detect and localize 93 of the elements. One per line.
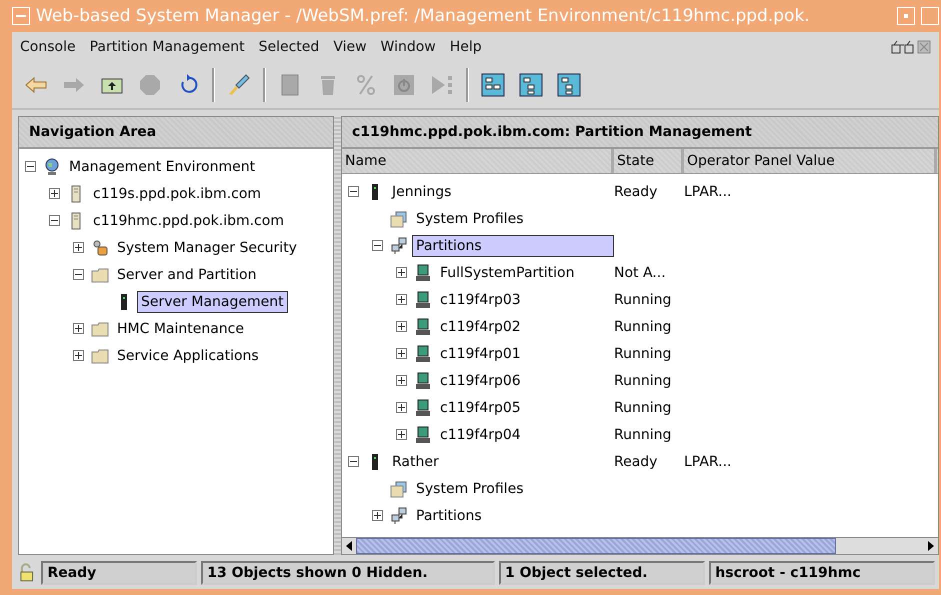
expander-icon[interactable] xyxy=(372,510,383,521)
folders-icon xyxy=(390,480,408,498)
tree-item[interactable]: Partitions xyxy=(412,234,614,256)
status-text: 13 Objects shown 0 Hidden. xyxy=(201,561,495,585)
state-cell-text: Ready xyxy=(614,454,658,470)
tree-item[interactable]: Server Management xyxy=(137,290,288,312)
tree-item[interactable]: Server and Partition xyxy=(113,264,260,286)
state-cell-text: Running xyxy=(614,372,672,388)
expander-icon[interactable] xyxy=(396,402,407,413)
restore-windows-icon[interactable] xyxy=(891,39,931,55)
tree-item[interactable]: System Manager Security xyxy=(113,236,301,258)
horizontal-scrollbar[interactable] xyxy=(342,537,938,554)
expander-icon[interactable] xyxy=(73,323,84,334)
panel-title: c119hmc.ppd.pok.ibm.com: Partition Management xyxy=(342,117,938,149)
computer-icon xyxy=(414,290,432,308)
state-cell-text: Running xyxy=(614,346,672,362)
computer-icon xyxy=(414,398,432,416)
tree-item[interactable]: c119f4rp01 xyxy=(436,342,525,364)
expander-icon[interactable] xyxy=(25,161,36,172)
computer-icon xyxy=(414,372,432,390)
status-text: 1 Object selected. xyxy=(498,561,706,585)
icon-view-icon xyxy=(480,72,506,98)
state-cell-text: Running xyxy=(614,318,672,334)
tree-view-icon xyxy=(518,72,544,98)
scroll-left-icon xyxy=(346,541,352,551)
power-icon xyxy=(391,72,417,98)
state-cell-text: Running xyxy=(614,400,672,416)
expander-icon[interactable] xyxy=(396,375,407,386)
details-view-icon xyxy=(556,72,582,98)
state-cell-text: Ready xyxy=(614,184,658,200)
tree-item[interactable]: Rather xyxy=(388,450,443,472)
tree-item[interactable]: FullSystemPartition xyxy=(436,262,578,284)
expander-icon[interactable] xyxy=(73,242,84,253)
tree-item[interactable]: c119f4rp05 xyxy=(436,396,525,418)
column-header[interactable]: Operator Panel Value xyxy=(684,149,937,173)
folder-icon xyxy=(91,266,109,284)
expander-icon[interactable] xyxy=(73,350,84,361)
computer-icon xyxy=(414,344,432,362)
folder-icon xyxy=(91,346,109,364)
lock-icon xyxy=(91,238,109,256)
folder-icon xyxy=(91,320,109,338)
tree-item[interactable]: c119hmc.ppd.pok.ibm.com xyxy=(89,210,288,232)
folders-icon xyxy=(390,210,408,228)
computer-icon xyxy=(414,264,432,282)
panel-title: Navigation Area xyxy=(19,117,333,149)
expander-icon[interactable] xyxy=(348,186,359,197)
panel-value-cell-text: LPAR... xyxy=(684,454,733,470)
tree-item[interactable]: c119s.ppd.pok.ibm.com xyxy=(89,182,266,204)
network-icon xyxy=(390,506,408,524)
window-title: Web-based System Manager - /WebSM.pref: /Management Environment/c119hmc.ppd.pok. xyxy=(36,6,811,26)
menu-item[interactable]: Help xyxy=(450,39,482,55)
status-text: Ready xyxy=(41,561,198,585)
panel-value-cell-text: LPAR... xyxy=(684,184,733,200)
expander-icon[interactable] xyxy=(396,429,407,440)
expander-icon[interactable] xyxy=(396,321,407,332)
tree-item[interactable]: Partitions xyxy=(412,504,486,526)
expander-icon[interactable] xyxy=(396,267,407,278)
tree-item[interactable]: c119f4rp02 xyxy=(436,316,525,338)
menu-item[interactable]: Window xyxy=(380,39,436,55)
computer-icon xyxy=(414,426,432,444)
menu-item[interactable]: View xyxy=(333,39,367,55)
expander-icon[interactable] xyxy=(49,188,60,199)
expander-icon[interactable] xyxy=(396,294,407,305)
state-cell-text: Not A... xyxy=(614,264,667,280)
menu-item[interactable]: Selected xyxy=(258,39,320,55)
column-header[interactable]: Name xyxy=(342,149,614,173)
menu-item[interactable]: Console xyxy=(20,39,76,55)
brush-icon xyxy=(226,72,252,98)
state-cell-text: Running xyxy=(614,426,672,442)
status-text: hscroot - c119hmc xyxy=(709,561,936,585)
column-header[interactable]: State xyxy=(614,149,684,173)
network-icon xyxy=(390,236,408,254)
computer-icon xyxy=(414,318,432,336)
tree-item[interactable]: Jennings xyxy=(388,180,456,202)
tree-item[interactable]: Service Applications xyxy=(113,344,263,366)
tree-item[interactable]: System Profiles xyxy=(412,208,528,230)
expander-icon[interactable] xyxy=(396,348,407,359)
tree-item[interactable]: c119f4rp03 xyxy=(436,288,525,310)
minimize-icon xyxy=(904,14,908,18)
scroll-right-icon xyxy=(928,541,934,551)
tree-item[interactable]: Management Environment xyxy=(65,156,260,178)
globe-icon xyxy=(43,158,61,176)
tree-item[interactable]: HMC Maintenance xyxy=(113,318,248,340)
expander-icon[interactable] xyxy=(348,456,359,467)
state-cell-text: Running xyxy=(614,292,672,308)
menu-item[interactable]: Partition Management xyxy=(90,39,245,55)
expander-icon[interactable] xyxy=(372,240,383,251)
expander-icon[interactable] xyxy=(73,269,84,280)
tree-item[interactable]: c119f4rp04 xyxy=(436,424,525,446)
expander-icon[interactable] xyxy=(49,215,60,226)
stop-icon xyxy=(137,72,163,98)
tree-item[interactable]: System Profiles xyxy=(412,478,528,500)
tree-item[interactable]: c119f4rp06 xyxy=(436,370,525,392)
